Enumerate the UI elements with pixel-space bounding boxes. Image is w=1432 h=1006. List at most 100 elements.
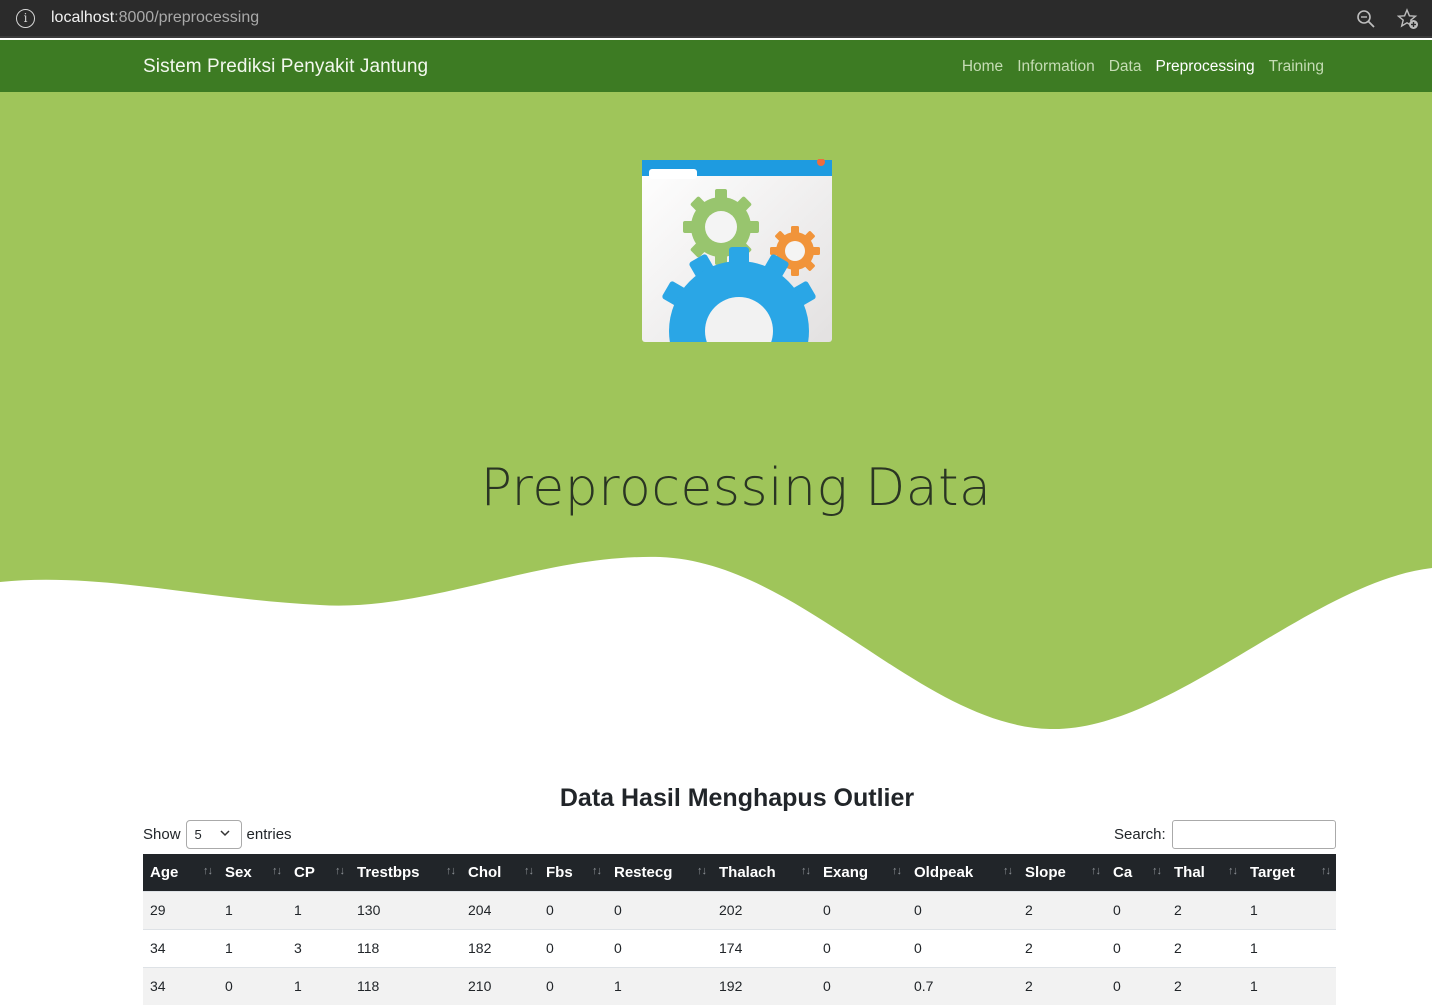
nav-link-preprocessing[interactable]: Preprocessing (1155, 58, 1254, 76)
column-header-label: Oldpeak (914, 863, 974, 881)
table-row: 29 1 1 130 204 0 0 202 0 0 2 0 2 1 (143, 890, 1336, 929)
table-cell: 118 (350, 928, 461, 967)
table-cell: 0 (816, 890, 907, 929)
entries-select-value: 5 (194, 827, 202, 842)
table-cell: 182 (461, 928, 539, 967)
column-header-trestbps[interactable]: Trestbps ↑↓ (350, 854, 461, 891)
column-header-label: CP (294, 863, 315, 881)
column-header-label: Trestbps (357, 863, 420, 881)
column-header-label: Ca (1113, 863, 1133, 881)
table-cell: 1 (1243, 966, 1336, 1005)
table-row: 34 0 1 118 210 0 1 192 0 0.7 2 0 2 1 (143, 966, 1336, 1005)
table-cell: 2 (1167, 890, 1243, 929)
sort-icon[interactable]: ↑↓ (524, 865, 534, 877)
sort-icon[interactable]: ↑↓ (272, 865, 282, 877)
column-header-exang[interactable]: Exang ↑↓ (816, 854, 907, 891)
column-header-age[interactable]: Age ↑↓ (143, 854, 218, 891)
navbar-brand[interactable]: Sistem Prediksi Penyakit Jantung (143, 56, 428, 78)
table-cell: 3 (287, 928, 350, 967)
table-cell: 1 (287, 890, 350, 929)
sort-icon[interactable]: ↑↓ (446, 865, 456, 877)
search-label: Search: (1114, 826, 1166, 843)
table-cell: 204 (461, 890, 539, 929)
column-header-cp[interactable]: CP ↑↓ (287, 854, 350, 891)
nav-link-data[interactable]: Data (1109, 58, 1142, 76)
table-cell: 1 (1243, 928, 1336, 967)
info-icon[interactable]: i (16, 9, 35, 28)
sort-icon[interactable]: ↑↓ (335, 865, 345, 877)
table-cell: 118 (350, 966, 461, 1005)
sort-icon[interactable]: ↑↓ (892, 865, 902, 877)
column-header-label: Fbs (546, 863, 573, 881)
search-input[interactable] (1171, 820, 1336, 849)
column-header-oldpeak[interactable]: Oldpeak ↑↓ (907, 854, 1018, 891)
entries-select[interactable]: 5 (185, 820, 242, 849)
browser-address-bar: i localhost:8000/preprocessing (0, 0, 1432, 38)
sort-icon[interactable]: ↑↓ (801, 865, 811, 877)
table-row: 34 1 3 118 182 0 0 174 0 0 2 0 2 1 (143, 928, 1336, 967)
column-header-ca[interactable]: Ca ↑↓ (1106, 854, 1167, 891)
add-favorite-icon[interactable] (1397, 8, 1419, 30)
table-cell: 0 (1106, 966, 1167, 1005)
table-cell: 0 (539, 966, 607, 1005)
table-cell: 1 (218, 890, 287, 929)
table-cell: 0 (539, 928, 607, 967)
navbar: Sistem Prediksi Penyakit Jantung Home In… (0, 40, 1432, 92)
column-header-target[interactable]: Target ↑↓ (1243, 854, 1336, 891)
column-header-chol[interactable]: Chol ↑↓ (461, 854, 539, 891)
table-cell: 0 (1106, 890, 1167, 929)
table-cell: 0 (607, 890, 712, 929)
table-cell: 0 (907, 890, 1018, 929)
column-header-slope[interactable]: Slope ↑↓ (1018, 854, 1106, 891)
table-cell: 2 (1018, 966, 1106, 1005)
column-header-label: Chol (468, 863, 502, 881)
zoom-icon[interactable] (1356, 9, 1376, 29)
nav-link-information[interactable]: Information (1017, 58, 1095, 76)
table-cell: 1 (607, 966, 712, 1005)
table-cell: 0 (539, 890, 607, 929)
url-path: :8000/preprocessing (114, 9, 260, 26)
table-cell: 34 (143, 966, 218, 1005)
url-field[interactable]: localhost:8000/preprocessing (51, 9, 259, 27)
column-header-label: Thal (1174, 863, 1205, 881)
column-header-label: Exang (823, 863, 869, 881)
sort-icon[interactable]: ↑↓ (1152, 865, 1162, 877)
entries-length-control: Show 5 entries (143, 820, 292, 849)
sort-icon[interactable]: ↑↓ (1228, 865, 1238, 877)
column-header-label: Slope (1025, 863, 1066, 881)
table-cell: 130 (350, 890, 461, 929)
table-cell: 2 (1018, 928, 1106, 967)
column-header-sex[interactable]: Sex ↑↓ (218, 854, 287, 891)
column-header-thalach[interactable]: Thalach ↑↓ (712, 854, 816, 891)
url-host: localhost (51, 9, 115, 26)
sort-icon[interactable]: ↑↓ (203, 865, 213, 877)
table-cell: 192 (712, 966, 816, 1005)
sort-icon[interactable]: ↑↓ (1091, 865, 1101, 877)
table-cell: 210 (461, 966, 539, 1005)
column-header-label: Restecg (614, 863, 673, 881)
entries-label: entries (246, 826, 292, 843)
table-cell: 0 (816, 966, 907, 1005)
column-header-restecg[interactable]: Restecg ↑↓ (607, 854, 712, 891)
table-search: Search: (1114, 820, 1336, 849)
sort-icon[interactable]: ↑↓ (1003, 865, 1013, 877)
table-cell: 0 (907, 928, 1018, 967)
section-title: Data Hasil Menghapus Outlier (559, 784, 915, 812)
nav-link-home[interactable]: Home (962, 58, 1003, 76)
sort-icon[interactable]: ↑↓ (697, 865, 707, 877)
table-cell: 1 (287, 966, 350, 1005)
table-cell: 2 (1167, 966, 1243, 1005)
column-header-thal[interactable]: Thal ↑↓ (1167, 854, 1243, 891)
table-cell: 174 (712, 928, 816, 967)
table-cell: 0 (218, 966, 287, 1005)
column-header-label: Age (150, 863, 179, 881)
column-header-label: Target (1250, 863, 1295, 881)
table-cell: 0.7 (907, 966, 1018, 1005)
nav-link-training[interactable]: Training (1269, 58, 1324, 76)
chevron-down-icon (220, 830, 230, 837)
column-header-label: Sex (225, 863, 252, 881)
sort-icon[interactable]: ↑↓ (1321, 865, 1331, 877)
sort-icon[interactable]: ↑↓ (592, 865, 602, 877)
column-header-fbs[interactable]: Fbs ↑↓ (539, 854, 607, 891)
table-cell: 29 (143, 890, 218, 929)
